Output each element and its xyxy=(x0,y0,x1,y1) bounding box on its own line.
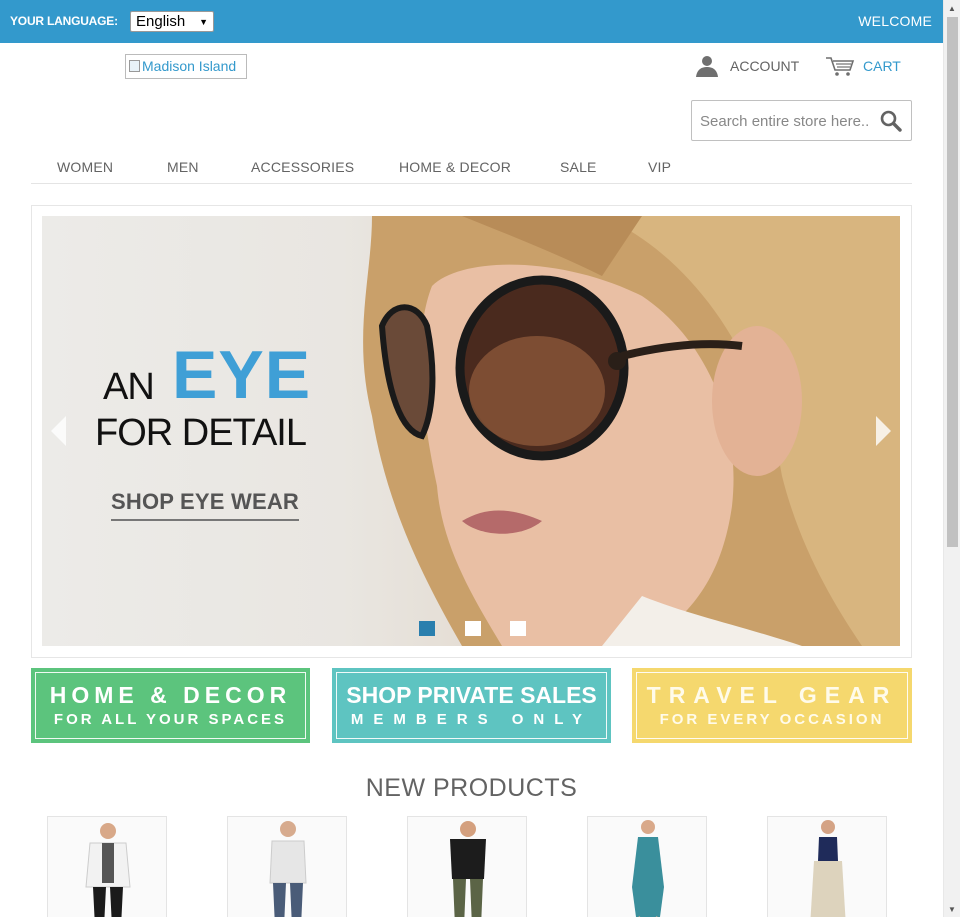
product-card[interactable] xyxy=(587,816,707,917)
promo-private-sales[interactable]: SHOP PRIVATE SALES MEMBERS ONLY xyxy=(332,668,611,743)
promo-home-decor-title: HOME & DECOR xyxy=(49,682,292,708)
account-link[interactable]: ACCOUNT xyxy=(695,55,799,77)
hero-slide[interactable]: AN EYE FOR DETAIL SHOP EYE WEAR xyxy=(42,216,900,646)
person-icon xyxy=(696,56,718,77)
slide-dot-2[interactable] xyxy=(465,621,481,636)
promo-private-sales-title: SHOP PRIVATE SALES xyxy=(346,682,597,708)
search-input[interactable] xyxy=(700,111,870,131)
promo-travel-gear-subtitle: FOR EVERY OCCASION xyxy=(659,711,885,728)
dropdown-arrow-icon: ▼ xyxy=(199,17,208,27)
nav-item-home-decor[interactable]: HOME & DECOR xyxy=(399,159,511,175)
promo-travel-gear[interactable]: TRAVEL GEAR FOR EVERY OCCASION xyxy=(632,668,912,743)
slide-dot-1[interactable] xyxy=(419,621,435,636)
language-label: YOUR LANGUAGE: xyxy=(10,14,118,28)
language-select[interactable]: English ▼ xyxy=(130,11,214,32)
new-products-title: NEW PRODUCTS xyxy=(365,774,578,802)
nav-item-women[interactable]: WOMEN xyxy=(57,159,113,175)
nav-item-accessories[interactable]: ACCESSORIES xyxy=(251,159,354,175)
chevron-left-icon[interactable] xyxy=(51,416,67,446)
slide-headline-eye: EYE xyxy=(172,337,312,413)
cart-label: CART xyxy=(863,58,901,74)
search-box xyxy=(691,100,912,141)
top-bar: YOUR LANGUAGE: English ▼ WELCOME xyxy=(0,0,943,43)
nav-item-men[interactable]: MEN xyxy=(167,159,199,175)
product-image xyxy=(228,817,346,917)
magnifier-icon[interactable] xyxy=(880,110,902,132)
main-navigation: WOMEN MEN ACCESSORIES HOME & DECOR SALE … xyxy=(31,150,912,184)
product-image xyxy=(768,817,886,917)
product-card[interactable] xyxy=(407,816,527,917)
product-image xyxy=(588,817,706,917)
cart-link[interactable]: CART xyxy=(825,55,901,77)
product-card[interactable] xyxy=(227,816,347,917)
scroll-down-arrow-icon[interactable]: ▼ xyxy=(948,905,956,914)
product-card[interactable] xyxy=(767,816,887,917)
language-select-value: English xyxy=(136,13,186,30)
nav-item-sale[interactable]: SALE xyxy=(560,159,597,175)
slide-dot-3[interactable] xyxy=(510,621,526,636)
promo-home-decor-subtitle: FOR ALL YOUR SPACES xyxy=(53,711,288,728)
slide-headline-detail: FOR DETAIL xyxy=(95,412,307,454)
promo-private-sales-subtitle: MEMBERS ONLY xyxy=(350,711,593,728)
product-image xyxy=(48,817,166,917)
page-scrollbar[interactable]: ▲ ▼ xyxy=(943,0,960,917)
promo-home-decor[interactable]: HOME & DECOR FOR ALL YOUR SPACES xyxy=(31,668,310,743)
product-image xyxy=(408,817,526,917)
account-label: ACCOUNT xyxy=(730,58,800,74)
product-card[interactable] xyxy=(47,816,167,917)
chevron-right-icon[interactable] xyxy=(875,416,891,446)
promo-travel-gear-title: TRAVEL GEAR xyxy=(646,682,898,708)
site-logo[interactable]: Madison Island xyxy=(125,54,247,79)
scrollbar-thumb[interactable] xyxy=(947,17,958,547)
scroll-up-arrow-icon[interactable]: ▲ xyxy=(948,4,956,13)
cart-icon xyxy=(826,57,855,76)
logo-alt-text: Madison Island xyxy=(142,58,237,74)
nav-item-vip[interactable]: VIP xyxy=(648,159,671,175)
shop-eye-wear-link[interactable]: SHOP EYE WEAR xyxy=(111,489,300,521)
welcome-message: WELCOME xyxy=(858,13,932,29)
broken-image-icon xyxy=(129,60,140,72)
slide-headline-an: AN xyxy=(103,366,155,408)
